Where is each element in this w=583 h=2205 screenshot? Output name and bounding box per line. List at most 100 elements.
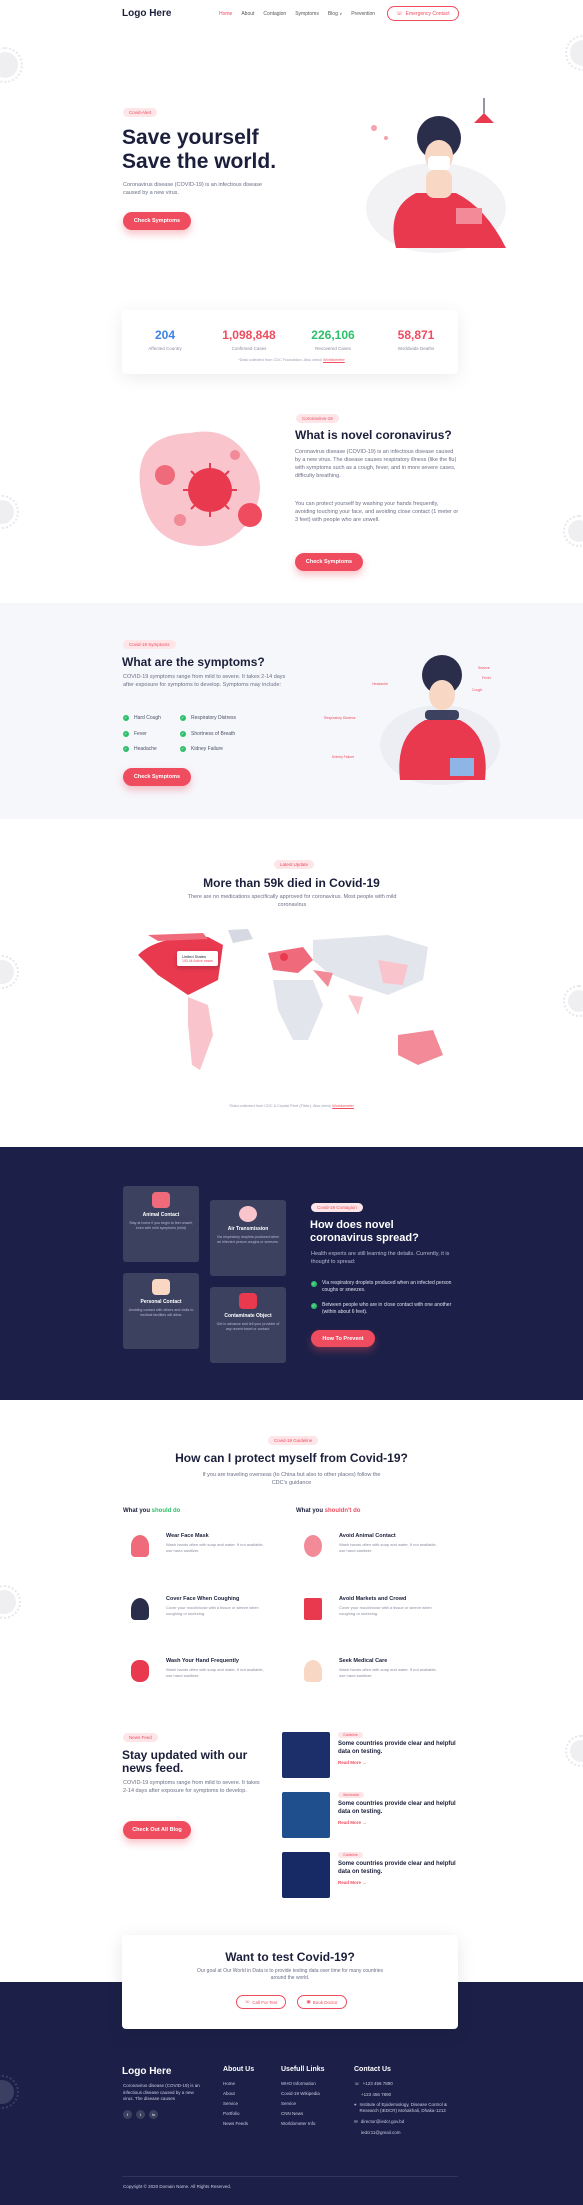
footer-link-portfolio[interactable]: Portfolio (223, 2111, 254, 2116)
card-description: Get in advance and tell your provider of… (216, 1322, 280, 1331)
footer-phone: ☏ +123 456 7890 (354, 2081, 459, 2087)
footer-logo[interactable]: Logo Here (122, 2066, 171, 2077)
paw-icon (152, 1192, 170, 1208)
stat-label: Confirmed Cases (231, 346, 267, 351)
hero-check-symptoms-button[interactable]: Check Symptoms (123, 212, 191, 230)
card-title: Personal Contact (140, 1299, 182, 1305)
virus-decoration (565, 1735, 583, 1767)
logo[interactable]: Logo Here (122, 8, 171, 19)
check-icon (311, 1303, 317, 1309)
footer-link-about[interactable]: About (223, 2091, 254, 2096)
test-description: Our goal at Our World in Data is to prov… (196, 1968, 384, 1981)
footer-useful-links-column: Usefull Links WHO Information Covid-19 W… (281, 2066, 325, 2131)
novel-check-symptoms-button[interactable]: Check Symptoms (295, 553, 363, 571)
should-do-prefix: What you (123, 1508, 152, 1514)
facebook-icon[interactable]: f (123, 2110, 132, 2119)
news-item-tag: Worldwide (338, 1792, 365, 1798)
read-more-link[interactable]: Read More → (338, 1880, 367, 1885)
stat-label: Affected Country (148, 346, 182, 351)
news-thumbnail (282, 1792, 330, 1838)
read-more-link[interactable]: Read More → (338, 1760, 367, 1765)
symptom-item: Headache (123, 746, 157, 752)
book-doctor-button[interactable]: ▣ Book Doctor (297, 1995, 347, 2009)
footer-link-service[interactable]: Service (223, 2101, 254, 2106)
map-tooltip: United States 193.4k Active cases (177, 951, 218, 966)
stats-source: *Data collected from CDC Foundation. Als… (0, 358, 583, 362)
do-item-title: Wash Your Hand Frequently (166, 1658, 239, 1664)
card-title: Contaminate Object (224, 1313, 272, 1319)
check-icon (180, 731, 186, 737)
spread-title-line1: How does novel (310, 1219, 394, 1231)
virus-decoration (0, 955, 19, 989)
news-item[interactable]: Guideline Some countries provide clear a… (282, 1732, 472, 1778)
nav-item-contagion[interactable]: Contagion (263, 11, 286, 17)
symptom-callout-sneeze: Sneeze (478, 666, 490, 670)
test-title: Want to test Covid-19? (225, 1950, 355, 1964)
footer-link-news-feeds[interactable]: News Feeds (223, 2121, 254, 2126)
calendar-icon: ▣ (306, 1999, 311, 2004)
nav-item-blog[interactable]: Blog ∨ (328, 11, 342, 17)
footer-link-service[interactable]: Service (281, 2101, 325, 2106)
nav-item-prevention[interactable]: Prevention (351, 11, 375, 17)
symptom-label: Kidney Failure (191, 746, 223, 752)
footer-link-who[interactable]: WHO Information (281, 2081, 325, 2086)
nav-item-home[interactable]: Home (219, 11, 232, 17)
how-to-prevent-button[interactable]: How To Prevent (311, 1330, 375, 1347)
symptoms-check-button[interactable]: Check Symptoms (123, 768, 191, 786)
footer-email-text[interactable]: director@iedcr.gov.bd (361, 2119, 405, 2125)
symptoms-title: What are the symptoms? (122, 655, 265, 669)
novel-title: What is novel coronavirus? (295, 428, 452, 442)
linkedin-icon[interactable]: in (149, 2110, 158, 2119)
symptoms-illustration (380, 640, 500, 790)
footer-phone-text[interactable]: +123 456 7890 (363, 2081, 393, 2087)
check-icon (123, 731, 129, 737)
virus-decoration (0, 2075, 19, 2109)
symptom-item: Kidney Failure (180, 746, 223, 752)
dont-item-description: Wash hands often with soap and water. If… (339, 1667, 437, 1678)
map-tooltip-value: 193.4k Active cases (182, 959, 213, 963)
footer-email: ✉ director@iedcr.gov.bd (354, 2119, 459, 2125)
phone-icon: ☏ (396, 10, 403, 17)
read-more-link[interactable]: Read More → (338, 1820, 367, 1825)
hero-tag: Covid-Alert (123, 108, 158, 117)
check-icon (123, 746, 129, 752)
map-source-link[interactable]: Worldometer (332, 1104, 354, 1108)
social-links: f t in (123, 2110, 158, 2119)
footer-divider (122, 2176, 458, 2177)
shouldnt-do-prefix: What you (296, 1508, 325, 1514)
footer-link-worldometer[interactable]: Worldometer Info (281, 2121, 325, 2126)
footer-link-wikipedia[interactable]: Covid-19 Wikipedia (281, 2091, 325, 2096)
news-title-line2: news feed. (122, 1761, 184, 1775)
symptom-label: Respiratory Distress (191, 715, 237, 721)
footer-link-home[interactable]: Home (223, 2081, 254, 2086)
footer-about-column: About Us Home About Service Portfolio Ne… (223, 2066, 254, 2131)
stats-source-link[interactable]: Worldometer (323, 358, 345, 362)
footer-email[interactable]: iedcr11@gmail.com (354, 2130, 459, 2135)
card-contaminate-object: Contaminate Object Get in advance and te… (210, 1287, 286, 1363)
virus-decoration (0, 495, 19, 529)
nav-item-about[interactable]: About (241, 11, 254, 17)
dont-item-title: Seek Medical Care (339, 1658, 388, 1664)
nav-item-symptoms[interactable]: Symptoms (295, 11, 319, 17)
nav-item-blog-label: Blog (327, 11, 338, 17)
footer-address: ⌖ Institute of Epidemiology, Disease Cont… (354, 2102, 459, 2114)
card-title: Air Transmission (227, 1226, 269, 1232)
virus-decoration (563, 985, 583, 1017)
card-description: Via respiratory droplets produced when a… (216, 1235, 280, 1244)
news-item[interactable]: Worldwide Some countries provide clear a… (282, 1792, 472, 1838)
footer-column-title: About Us (223, 2066, 255, 2073)
footer-contact-column: Contact Us ☏ +123 456 7890 +123 456 7890 … (354, 2066, 459, 2140)
stat-label: Worldwide Deaths (397, 346, 435, 351)
twitter-icon[interactable]: t (136, 2110, 145, 2119)
footer-link-cnn[interactable]: CNN News (281, 2111, 325, 2116)
news-item[interactable]: Guideline Some countries provide clear a… (282, 1852, 472, 1898)
do-item-title: Wear Face Mask (166, 1533, 209, 1539)
check-out-all-blog-button[interactable]: Check Out All Blog (123, 1821, 191, 1839)
novel-tag: Coronavirus-19 (296, 414, 339, 423)
call-for-test-button[interactable]: ☏ Call For Test (236, 1995, 286, 2009)
symptom-callout-headache: Headache (372, 682, 388, 686)
emergency-contact-button[interactable]: ☏ Emergency Contact (387, 6, 459, 21)
footer-about-text: Coronavirus disease (COVID-19) is an inf… (123, 2083, 200, 2101)
symptom-label: Hard Cough (134, 715, 161, 721)
news-thumbnail (282, 1732, 330, 1778)
